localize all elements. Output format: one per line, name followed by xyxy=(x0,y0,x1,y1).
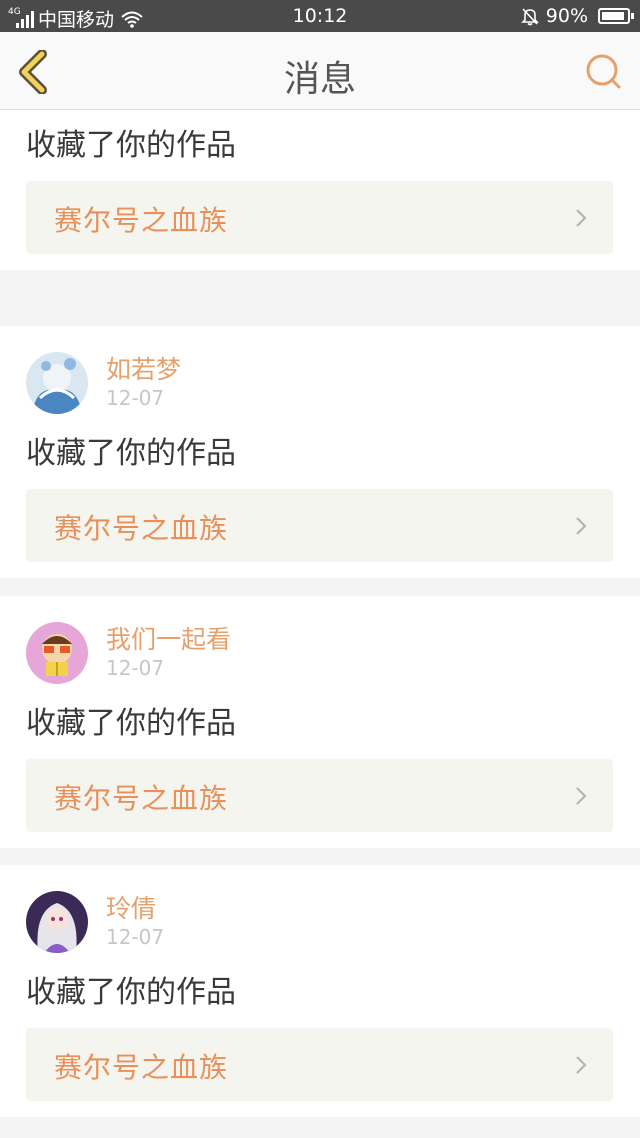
work-link[interactable]: 赛尔号之血族 xyxy=(26,759,613,832)
user-avatar[interactable] xyxy=(26,352,88,414)
user-avatar[interactable] xyxy=(26,891,88,953)
chevron-right-icon xyxy=(576,209,587,227)
work-link[interactable]: 赛尔号之血族 xyxy=(26,489,613,562)
work-title: 赛尔号之血族 xyxy=(54,782,229,815)
user-avatar[interactable] xyxy=(26,622,88,684)
status-bar: 4G 中国移动 10:12 90% xyxy=(0,0,640,32)
notification-card: 12-07 收藏了你的作品 赛尔号之血族 xyxy=(0,109,640,270)
search-icon xyxy=(586,54,621,89)
work-link[interactable]: 赛尔号之血族 xyxy=(26,181,613,254)
chevron-right-icon xyxy=(576,1056,587,1074)
username[interactable]: 我们一起看 xyxy=(106,620,231,656)
work-link[interactable]: 赛尔号之血族 xyxy=(26,1028,613,1101)
notification-card: 玲倩 12-07 收藏了你的作品 赛尔号之血族 xyxy=(0,865,640,1117)
notification-date: 12-07 xyxy=(106,925,165,949)
muted-bell-icon xyxy=(520,8,539,26)
notification-card: 如若梦 12-07 收藏了你的作品 赛尔号之血族 xyxy=(0,326,640,578)
nav-bar: 消息 xyxy=(0,32,640,110)
notification-action: 收藏了你的作品 xyxy=(26,975,236,1010)
battery-percent: 90% xyxy=(545,5,588,27)
username[interactable]: 玲倩 xyxy=(106,889,156,925)
notification-date: 12-07 xyxy=(106,656,165,680)
chevron-right-icon xyxy=(576,517,587,535)
status-right: 90% xyxy=(520,5,634,27)
notification-card: 我们一起看 12-07 收藏了你的作品 赛尔号之血族 xyxy=(0,596,640,848)
work-title: 赛尔号之血族 xyxy=(54,204,229,237)
username[interactable]: 如若梦 xyxy=(106,350,181,386)
search-button[interactable] xyxy=(584,52,624,92)
notification-date: 12-07 xyxy=(106,386,165,410)
anime-girl-avatar-icon xyxy=(26,891,88,953)
snow-fairy-avatar-icon xyxy=(26,352,88,414)
chevron-right-icon xyxy=(576,787,587,805)
cartoon-reader-avatar-icon xyxy=(26,622,88,684)
battery-icon xyxy=(598,8,634,24)
work-title: 赛尔号之血族 xyxy=(54,1051,229,1084)
work-title: 赛尔号之血族 xyxy=(54,512,229,545)
notification-action: 收藏了你的作品 xyxy=(26,128,236,163)
page-title: 消息 xyxy=(283,59,356,100)
notification-action: 收藏了你的作品 xyxy=(26,706,236,741)
notification-action: 收藏了你的作品 xyxy=(26,436,236,471)
notification-list[interactable]: 12-07 收藏了你的作品 赛尔号之血族 如若梦 12-07 收藏了你的作品 赛… xyxy=(0,109,640,1138)
